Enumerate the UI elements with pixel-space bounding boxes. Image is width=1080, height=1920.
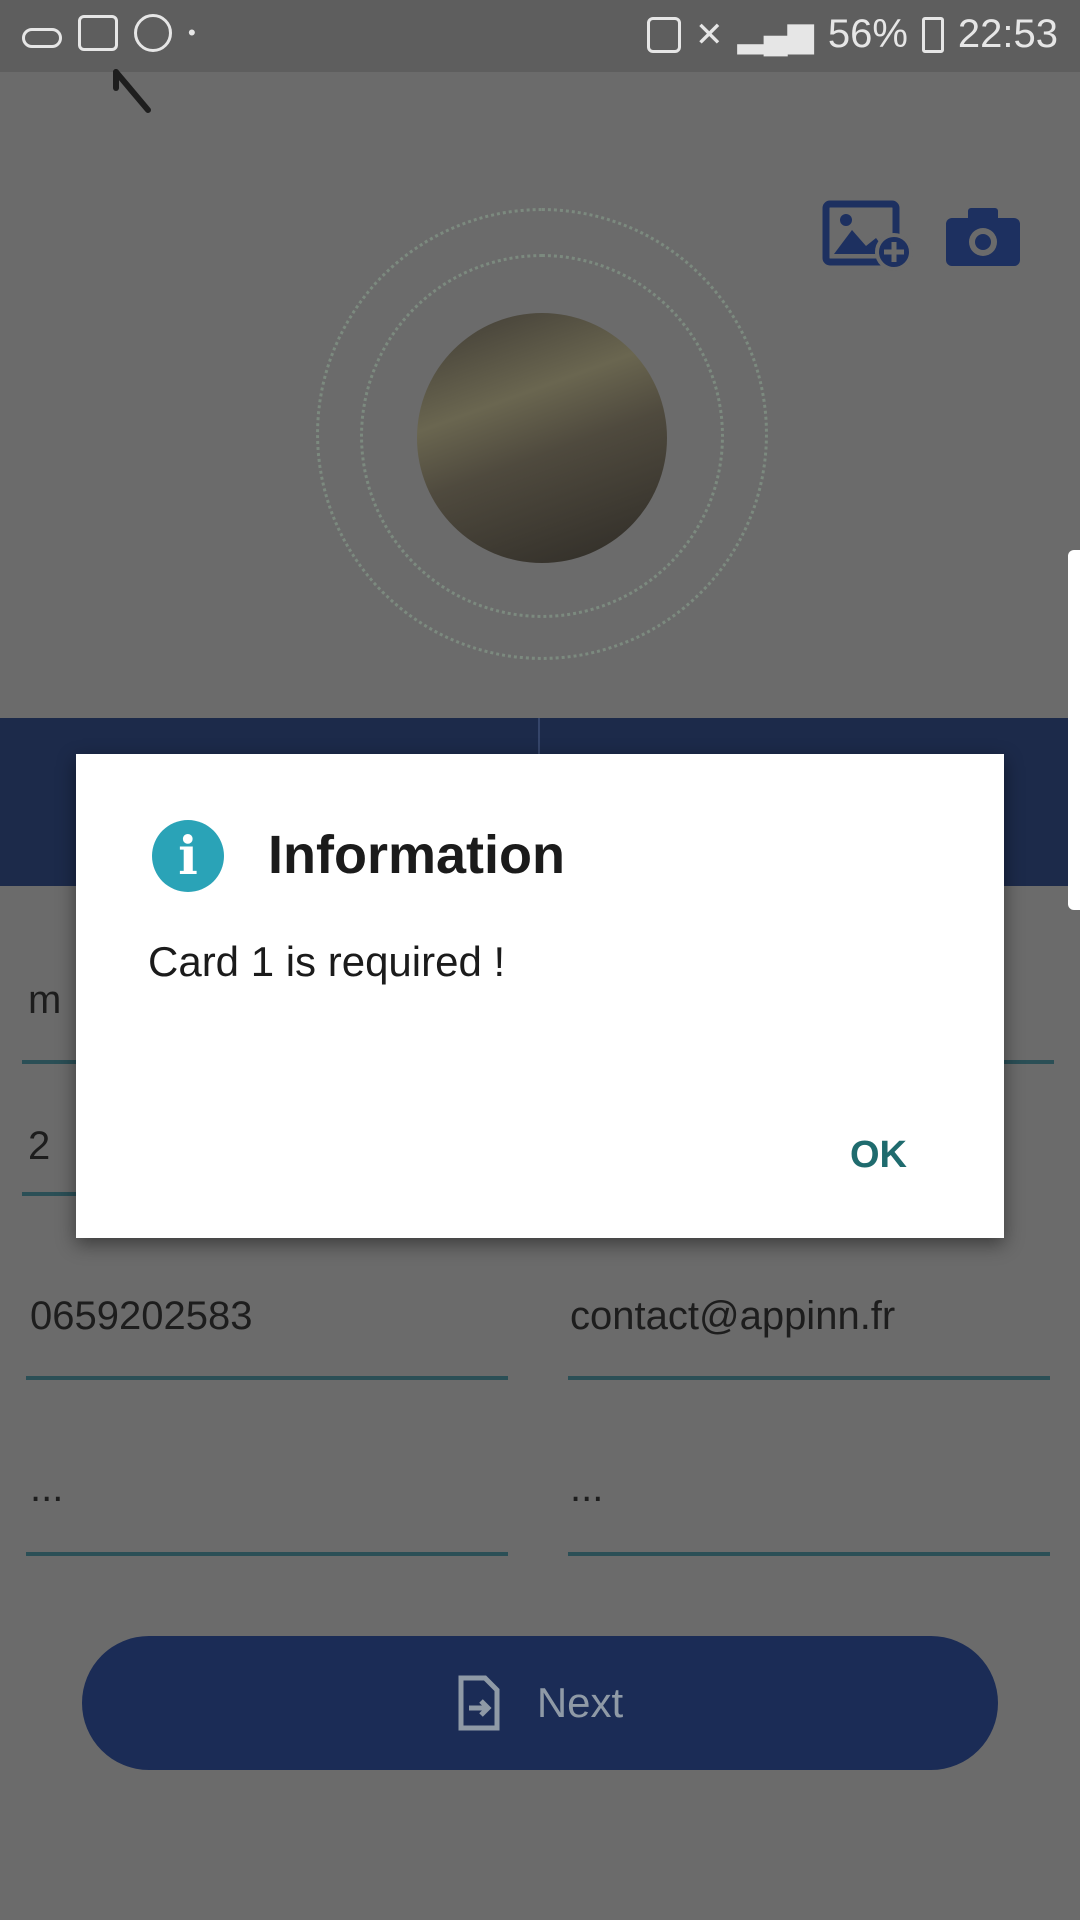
name-field-underline-left: [22, 1060, 78, 1064]
ok-button[interactable]: OK: [842, 1128, 915, 1183]
status-left-icons: •: [22, 14, 196, 52]
email-field-underline: [568, 1376, 1050, 1380]
status-right-icons: ✕ ▂▄▆ 56% 22:53: [646, 12, 1058, 57]
clock: 22:53: [957, 12, 1058, 56]
extra-field-left-underline: [26, 1552, 508, 1556]
dialog-title: Information: [268, 825, 565, 885]
extra-field-right-underline: [568, 1552, 1050, 1556]
cloud-icon: [22, 28, 62, 48]
phone-field[interactable]: 0659202583: [30, 1294, 252, 1339]
camera-icon[interactable]: [944, 204, 1022, 268]
next-button[interactable]: Next: [82, 1636, 998, 1770]
info-icon: i: [152, 820, 224, 892]
extra-field-left[interactable]: ...: [30, 1466, 63, 1511]
extra-field-right[interactable]: ...: [570, 1466, 603, 1511]
phone-field-underline: [26, 1376, 508, 1380]
gallery-notification-icon: [78, 15, 118, 51]
nfc-icon: [646, 16, 681, 53]
signal-icon: ▂▄▆: [737, 15, 814, 54]
dialog-message: Card 1 is required !: [148, 938, 506, 985]
mute-icon: ✕: [694, 15, 724, 54]
back-icon[interactable]: [108, 62, 168, 122]
scrollbar[interactable]: [1068, 550, 1080, 910]
email-field[interactable]: contact@appinn.fr: [570, 1294, 895, 1339]
dot-icon: •: [188, 20, 196, 45]
avatar[interactable]: [417, 313, 667, 563]
information-dialog: i Information Card 1 is required ! OK: [76, 754, 1004, 1238]
gallery-add-icon[interactable]: [822, 200, 914, 272]
battery-percent: 56%: [827, 12, 908, 56]
number-field-partial[interactable]: 2: [28, 1124, 50, 1169]
app-notification-icon: [134, 14, 172, 52]
battery-icon: [921, 16, 944, 53]
document-icon: [458, 1675, 500, 1731]
number-field-underline: [22, 1192, 78, 1196]
next-button-label: Next: [536, 1679, 624, 1726]
name-field-underline-right: [1004, 1060, 1054, 1064]
name-field-partial[interactable]: m: [28, 978, 61, 1023]
